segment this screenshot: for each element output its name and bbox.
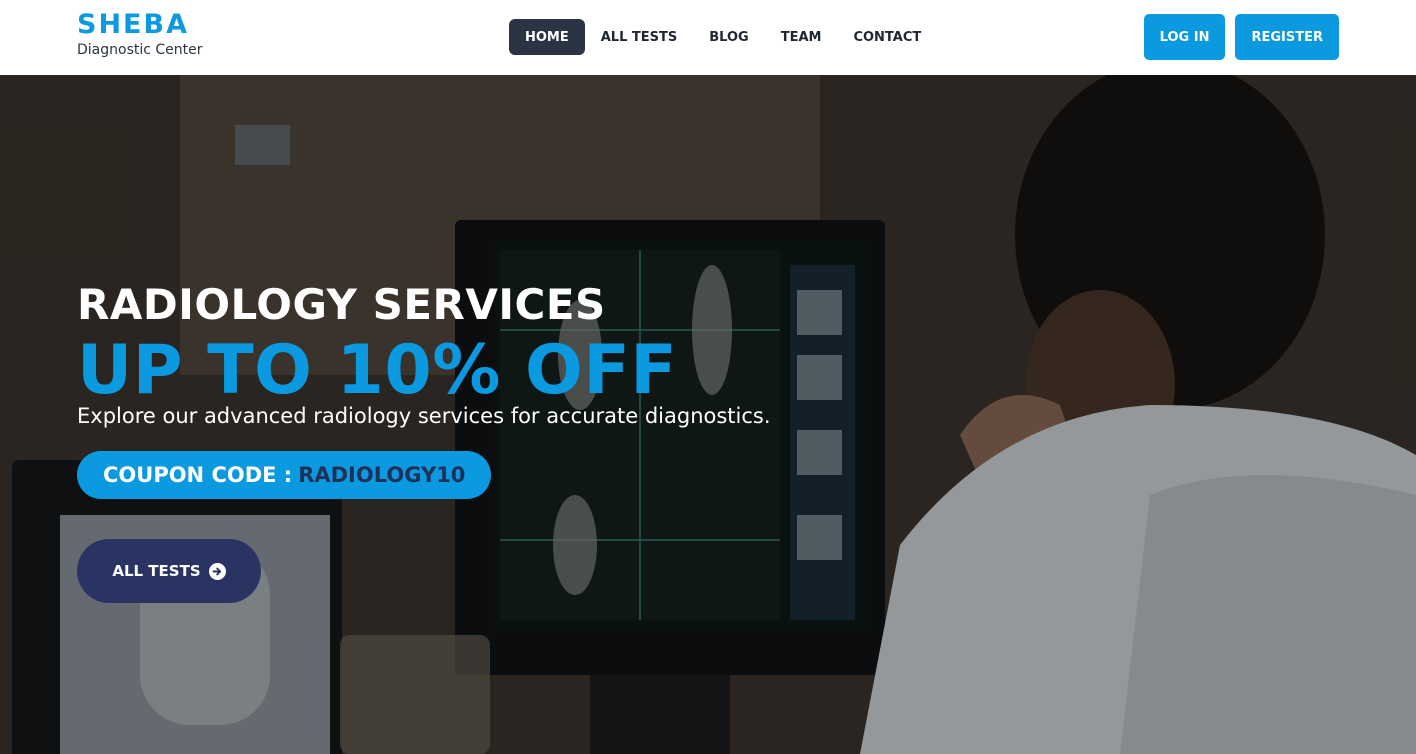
all-tests-button-label: ALL TESTS (112, 562, 201, 580)
brand-subtitle: Diagnostic Center (77, 42, 203, 58)
nav-item-team[interactable]: TEAM (765, 19, 838, 55)
hero-title: RADIOLOGY SERVICES (77, 280, 606, 329)
coupon-code: RADIOLOGY10 (298, 463, 466, 487)
hero-description: Explore our advanced radiology services … (77, 404, 771, 428)
all-tests-button[interactable]: ALL TESTS (77, 539, 261, 603)
auth-buttons: LOG IN REGISTER (1143, 14, 1339, 60)
nav-item-contact[interactable]: CONTACT (837, 19, 937, 55)
hero-banner: RADIOLOGY SERVICES UP TO 10% OFF Explore… (0, 75, 1416, 754)
nav-item-home[interactable]: HOME (509, 19, 585, 55)
login-button[interactable]: LOG IN (1143, 14, 1226, 60)
hero-content: RADIOLOGY SERVICES UP TO 10% OFF Explore… (77, 280, 771, 603)
coupon-label: COUPON CODE : (103, 463, 293, 487)
nav-item-all-tests[interactable]: ALL TESTS (585, 19, 694, 55)
hero-offer: UP TO 10% OFF (77, 331, 678, 410)
coupon-badge: COUPON CODE : RADIOLOGY10 (77, 451, 492, 499)
main-nav: HOME ALL TESTS BLOG TEAM CONTACT (509, 19, 937, 55)
brand-logo[interactable]: SHEBA Diagnostic Center (77, 9, 203, 58)
arrow-circle-right-icon (208, 562, 226, 580)
site-header: SHEBA Diagnostic Center HOME ALL TESTS B… (0, 0, 1416, 75)
brand-name: SHEBA (77, 9, 189, 40)
nav-item-blog[interactable]: BLOG (693, 19, 764, 55)
register-button[interactable]: REGISTER (1235, 14, 1339, 60)
